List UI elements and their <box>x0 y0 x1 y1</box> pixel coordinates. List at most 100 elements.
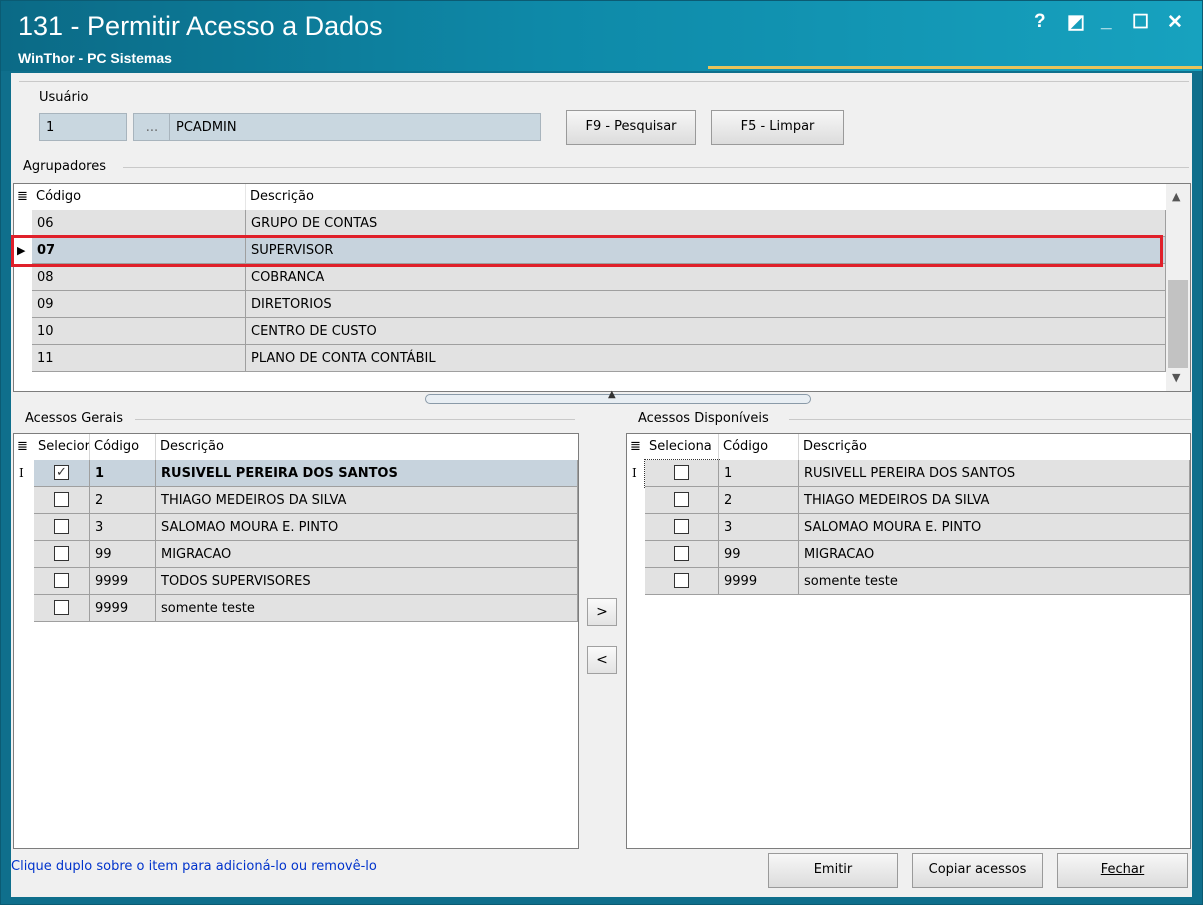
group-description: PLANO DE CONTA CONTÁBIL <box>246 345 1166 372</box>
text-cursor-icon: I <box>19 466 24 480</box>
groups-col-code[interactable]: Código <box>32 184 246 210</box>
select-checkbox[interactable] <box>674 518 689 534</box>
access-code: 9999 <box>90 595 156 622</box>
general-col-desc[interactable]: Descrição <box>156 434 578 460</box>
add-access-button[interactable]: > <box>587 598 617 626</box>
select-cell[interactable] <box>645 487 719 514</box>
select-checkbox[interactable]: ✓ <box>54 464 69 480</box>
general-col-select[interactable]: Selecior <box>34 434 90 460</box>
available-col-select[interactable]: Seleciona <box>645 434 719 460</box>
table-row[interactable]: 3 SALOMAO MOURA E. PINTO <box>627 514 1190 541</box>
table-row[interactable]: 9999 somente teste <box>627 568 1190 595</box>
select-cell[interactable] <box>645 568 719 595</box>
select-checkbox[interactable] <box>674 464 689 480</box>
minimize-icon[interactable]: _ <box>1101 11 1112 33</box>
general-col-code[interactable]: Código <box>90 434 156 460</box>
scroll-thumb[interactable] <box>1168 280 1188 368</box>
select-checkbox[interactable] <box>54 545 69 561</box>
table-row[interactable]: 99 MIGRACAO <box>627 541 1190 568</box>
select-checkbox[interactable] <box>674 545 689 561</box>
user-lookup-button[interactable]: ... <box>133 113 171 141</box>
row-indicator <box>14 514 32 541</box>
select-cell[interactable] <box>34 568 90 595</box>
available-col-code[interactable]: Código <box>719 434 799 460</box>
available-col-desc[interactable]: Descrição <box>799 434 1190 460</box>
close-button[interactable]: Fechar <box>1057 853 1188 888</box>
table-row[interactable]: 9999 TODOS SUPERVISORES <box>14 568 578 595</box>
table-row[interactable]: 2 THIAGO MEDEIROS DA SILVA <box>14 487 578 514</box>
general-grid: ≣ Selecior Código Descrição I ✓ 1 RUSIVELL … <box>13 433 579 849</box>
remove-access-button[interactable]: < <box>587 646 617 674</box>
access-description: SALOMAO MOURA E. PINTO <box>156 514 578 541</box>
column-chooser-icon[interactable]: ≣ <box>627 434 645 460</box>
table-row[interactable]: 06 GRUPO DE CONTAS <box>14 210 1166 237</box>
table-row[interactable]: 09 DIRETORIOS <box>14 291 1166 318</box>
table-row[interactable]: 3 SALOMAO MOURA E. PINTO <box>14 514 578 541</box>
scroll-up-icon[interactable]: ▲ <box>1172 190 1180 203</box>
access-code: 99 <box>90 541 156 568</box>
table-row[interactable]: 11 PLANO DE CONTA CONTÁBIL <box>14 345 1166 372</box>
select-cell[interactable] <box>644 459 720 488</box>
table-row[interactable]: 2 THIAGO MEDEIROS DA SILVA <box>627 487 1190 514</box>
select-cell[interactable] <box>645 541 719 568</box>
restore-layout-icon[interactable]: ◩ <box>1067 11 1085 34</box>
panel-splitter[interactable]: ▲ <box>425 389 811 404</box>
help-icon[interactable]: ? <box>1034 11 1046 33</box>
scroll-down-icon[interactable]: ▼ <box>1172 371 1180 384</box>
column-chooser-icon[interactable]: ≣ <box>14 434 34 460</box>
maximize-icon[interactable]: ☐ <box>1132 11 1149 34</box>
clear-button[interactable]: F5 - Limpar <box>711 110 844 145</box>
groups-col-desc[interactable]: Descrição <box>246 184 1166 210</box>
table-row[interactable]: 99 MIGRACAO <box>14 541 578 568</box>
row-indicator <box>14 210 32 237</box>
select-cell[interactable] <box>34 595 90 622</box>
table-row[interactable]: 9999 somente teste <box>14 595 578 622</box>
access-description: RUSIVELL PEREIRA DOS SANTOS <box>799 460 1190 487</box>
access-description: THIAGO MEDEIROS DA SILVA <box>799 487 1190 514</box>
table-row[interactable]: 08 COBRANCA <box>14 264 1166 291</box>
copy-access-button[interactable]: Copiar acessos <box>912 853 1043 888</box>
user-group-border <box>19 81 1189 82</box>
close-button-label: Fechar <box>1100 862 1145 877</box>
group-description: GRUPO DE CONTAS <box>246 210 1166 237</box>
user-label: Usuário <box>39 90 89 105</box>
select-checkbox[interactable] <box>54 572 69 588</box>
group-description: CENTRO DE CUSTO <box>246 318 1166 345</box>
row-indicator <box>14 264 32 291</box>
select-cell[interactable] <box>34 487 90 514</box>
select-cell[interactable] <box>34 514 90 541</box>
select-checkbox[interactable] <box>54 599 69 615</box>
search-button[interactable]: F9 - Pesquisar <box>566 110 696 145</box>
access-description: somente teste <box>156 595 578 622</box>
access-description: RUSIVELL PEREIRA DOS SANTOS <box>156 460 578 487</box>
groups-header: ≣ Código Descrição <box>14 184 1166 210</box>
column-chooser-icon[interactable]: ≣ <box>14 184 32 210</box>
access-code: 3 <box>719 514 799 541</box>
access-code: 99 <box>719 541 799 568</box>
groups-scrollbar[interactable]: ▲ ▼ <box>1166 184 1190 391</box>
select-cell[interactable] <box>34 541 90 568</box>
select-cell[interactable]: ✓ <box>34 460 90 487</box>
window-title: 131 - Permitir Acesso a Dados <box>18 11 383 41</box>
group-description: DIRETORIOS <box>246 291 1166 318</box>
splitter-collapse-icon[interactable]: ▲ <box>608 389 616 400</box>
access-code: 1 <box>719 460 799 487</box>
access-code: 2 <box>719 487 799 514</box>
close-icon[interactable]: ✕ <box>1167 11 1183 34</box>
emit-button[interactable]: Emitir <box>768 853 898 888</box>
select-cell[interactable] <box>645 514 719 541</box>
row-indicator <box>627 514 645 541</box>
select-checkbox[interactable] <box>54 491 69 507</box>
row-indicator <box>14 568 32 595</box>
table-row[interactable]: 10 CENTRO DE CUSTO <box>14 318 1166 345</box>
available-title: Acessos Disponíveis <box>638 411 769 426</box>
available-header: ≣ Seleciona Código Descrição <box>627 434 1190 460</box>
select-checkbox[interactable] <box>674 491 689 507</box>
user-code-field[interactable]: 1 <box>39 113 127 141</box>
group-code: 08 <box>32 264 246 291</box>
select-checkbox[interactable] <box>674 572 689 588</box>
highlight-selected-row <box>11 235 1163 267</box>
table-row[interactable]: I 1 RUSIVELL PEREIRA DOS SANTOS <box>627 459 1190 488</box>
table-row[interactable]: I ✓ 1 RUSIVELL PEREIRA DOS SANTOS <box>14 460 578 487</box>
select-checkbox[interactable] <box>54 518 69 534</box>
